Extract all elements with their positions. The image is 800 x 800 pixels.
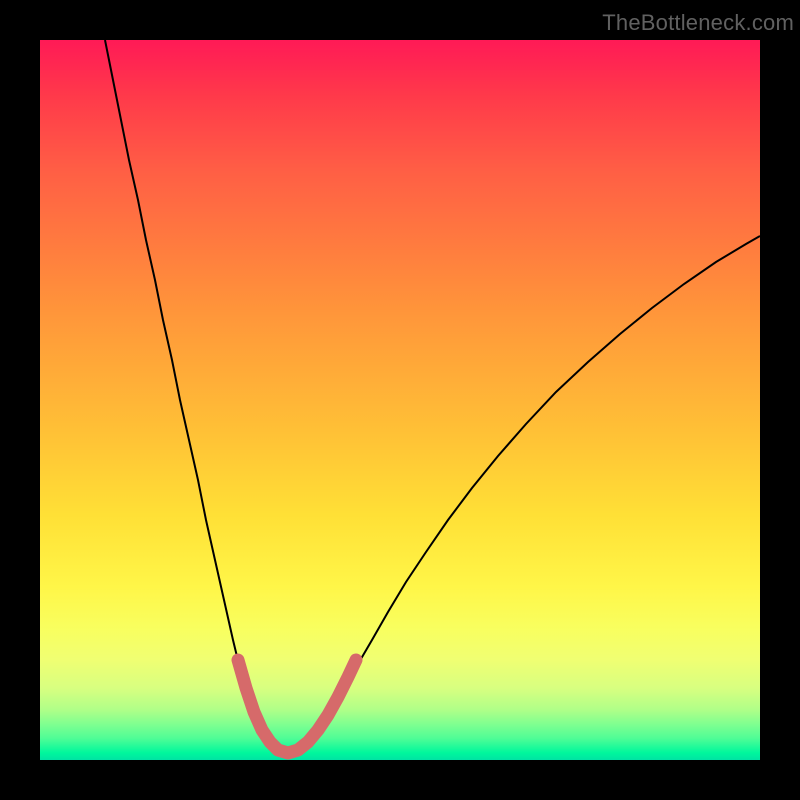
series-curve (105, 40, 760, 753)
chart-frame: TheBottleneck.com (0, 0, 800, 800)
watermark-text: TheBottleneck.com (602, 10, 794, 36)
chart-plot-area (40, 40, 760, 760)
series-lowpoints (238, 660, 356, 753)
chart-svg (40, 40, 760, 760)
